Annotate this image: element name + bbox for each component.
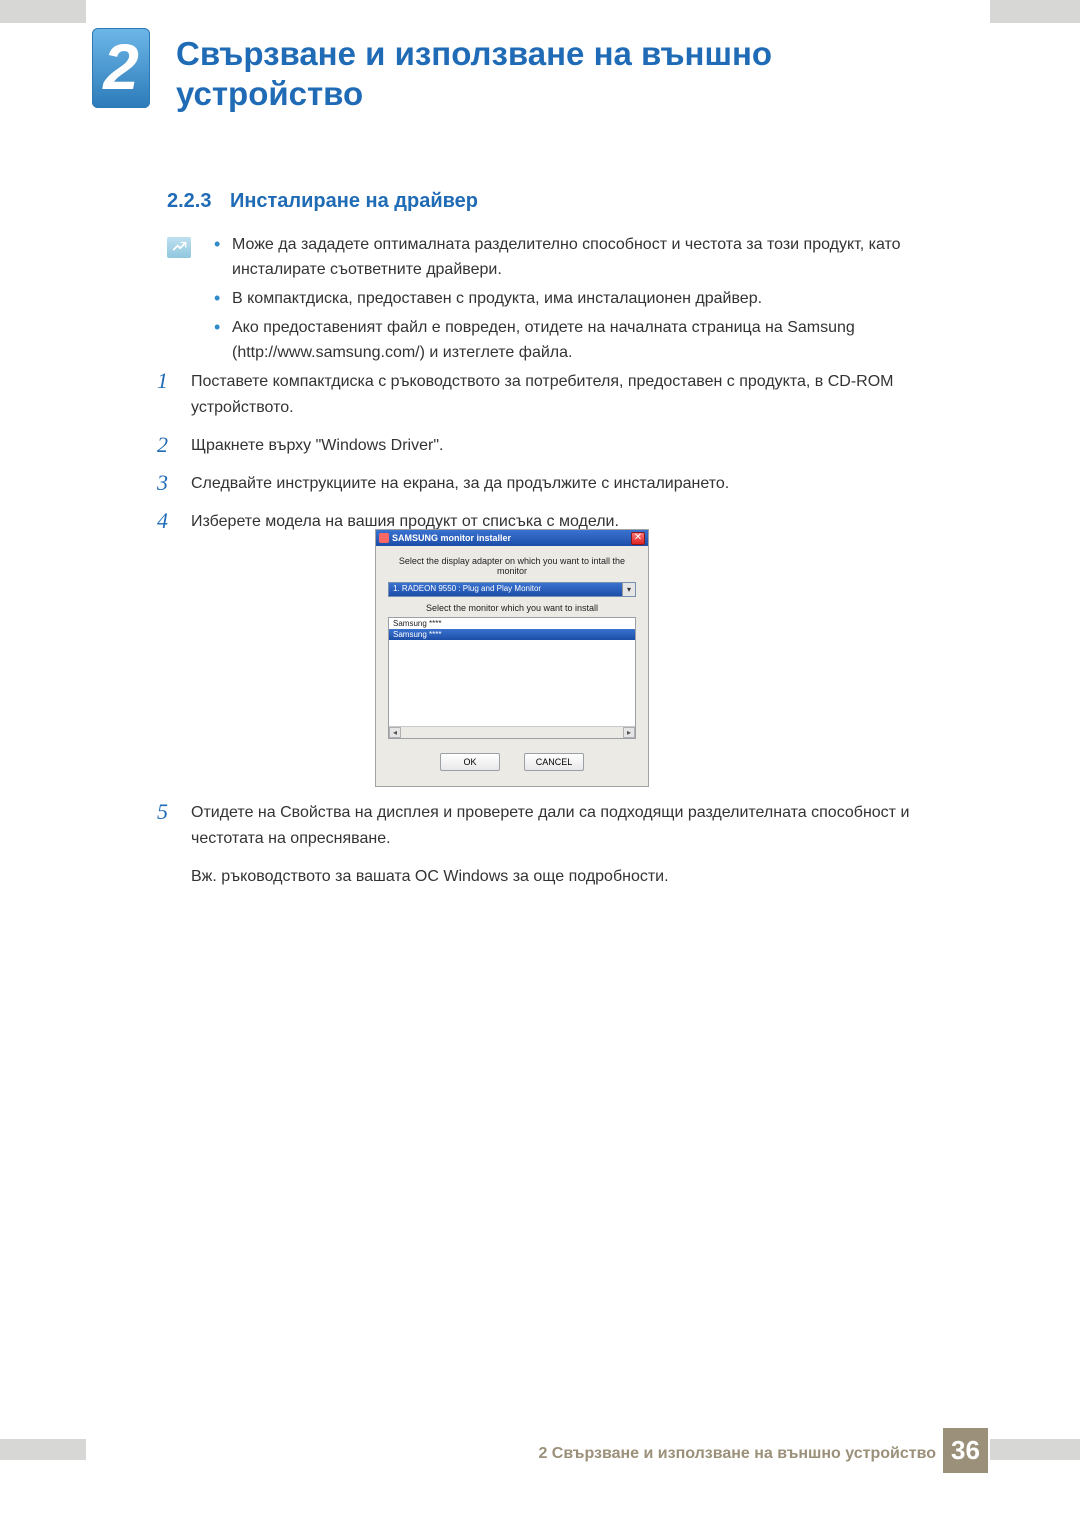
scroll-left-icon[interactable]: ◂ (389, 727, 401, 738)
scroll-right-icon[interactable]: ▸ (623, 727, 635, 738)
footer-chapter-text: 2 Свързване и използване на външно устро… (538, 1445, 936, 1463)
step: 5 Отидете на Свойства на дисплея и прове… (157, 800, 957, 852)
step-number: 1 (157, 369, 191, 393)
list-item[interactable]: Samsung **** (389, 629, 635, 640)
adapter-selected-value: 1. RADEON 9550 : Plug and Play Monitor (393, 584, 541, 593)
decoration-strip (0, 1439, 86, 1460)
installer-titlebar: SAMSUNG monitor installer ✕ (376, 530, 648, 546)
decoration-strip (990, 1439, 1080, 1460)
ok-button[interactable]: OK (440, 753, 500, 771)
decoration-strip (990, 0, 1080, 23)
cancel-button[interactable]: CANCEL (524, 753, 584, 771)
step-number: 4 (157, 509, 191, 533)
adapter-select[interactable]: 1. RADEON 9550 : Plug and Play Monitor (388, 582, 636, 597)
decoration-strip (0, 0, 86, 23)
app-icon (379, 533, 389, 543)
steps-list-upper: 1 Поставете компактдиска с ръководството… (157, 369, 957, 547)
section-title: Инсталиране на драйвер (230, 190, 478, 212)
chapter-title: Свързване и използване на външно устройс… (176, 34, 956, 114)
page: 2 Свързване и използване на външно устро… (0, 0, 1080, 1527)
monitor-list[interactable]: Samsung **** Samsung **** ◂ ▸ (388, 617, 636, 739)
section-number: 2.2.3 (167, 190, 211, 212)
step-text: Щракнете върху "Windows Driver". (191, 433, 443, 459)
horizontal-scrollbar[interactable]: ◂ ▸ (389, 726, 635, 738)
section-heading: 2.2.3 Инсталиране на драйвер (167, 190, 967, 213)
note-item: Ако предоставеният файл е повреден, отид… (214, 315, 954, 365)
note-item: Може да зададете оптималната разделителн… (214, 232, 954, 282)
step-text: Следвайте инструкциите на екрана, за да … (191, 471, 729, 497)
step-text: Поставете компактдиска с ръководството з… (191, 369, 957, 421)
note-list: Може да зададете оптималната разделителн… (214, 232, 954, 369)
step: 1 Поставете компактдиска с ръководството… (157, 369, 957, 421)
step: 3 Следвайте инструкциите на екрана, за д… (157, 471, 957, 497)
installer-monitor-label: Select the monitor which you want to ins… (388, 603, 636, 613)
step: 2 Щракнете върху "Windows Driver". (157, 433, 957, 459)
step-number: 5 (157, 800, 191, 824)
step-text: Отидете на Свойства на дисплея и провере… (191, 800, 957, 852)
steps-list-lower: 5 Отидете на Свойства на дисплея и прове… (157, 800, 957, 890)
note-icon (167, 237, 191, 258)
list-item[interactable]: Samsung **** (389, 618, 635, 629)
page-number: 36 (943, 1428, 988, 1473)
installer-title: SAMSUNG monitor installer (392, 533, 511, 543)
chapter-number-badge: 2 (92, 28, 150, 108)
installer-dialog: SAMSUNG monitor installer ✕ Select the d… (375, 529, 649, 787)
step-extra-text: Вж. ръководството за вашата ОС Windows з… (191, 864, 957, 890)
step-number: 2 (157, 433, 191, 457)
note-item: В компактдиска, предоставен с продукта, … (214, 286, 954, 311)
step-number: 3 (157, 471, 191, 495)
chevron-down-icon[interactable] (622, 583, 635, 596)
close-icon[interactable]: ✕ (631, 532, 645, 545)
installer-adapter-label: Select the display adapter on which you … (388, 556, 636, 576)
